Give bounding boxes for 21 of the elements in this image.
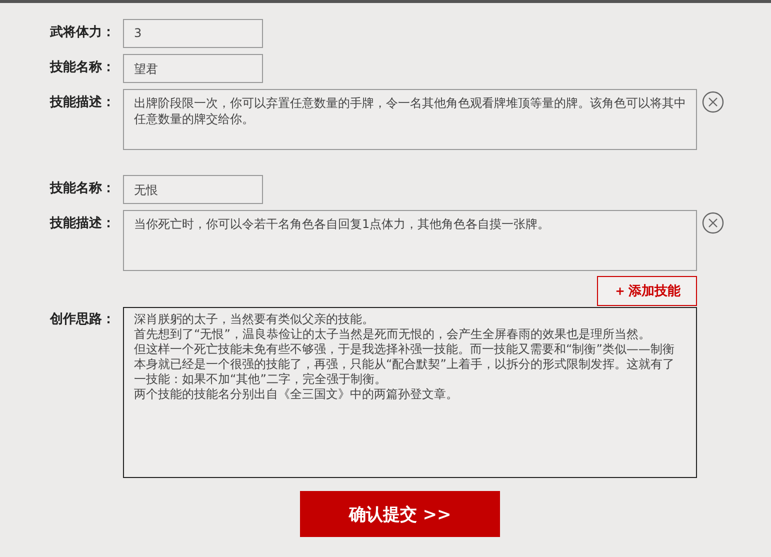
field-label: 技能描述： bbox=[50, 215, 116, 232]
skill-name-field[interactable]: 无恨 bbox=[123, 175, 263, 204]
plus-icon: ＋ bbox=[614, 284, 626, 299]
skill-description-field[interactable]: 当你死亡时，你可以令若干名角色各自回复1点体力，其他角色各自摸一张牌。 bbox=[123, 210, 697, 271]
field-label: 技能名称： bbox=[50, 180, 116, 197]
field-label: 创作思路： bbox=[50, 311, 116, 328]
idea-paragraph: 首先想到了“无恨”，温良恭俭让的太子当然是死而无恨的，会产生全屏春雨的效果也是理所当然。 bbox=[134, 327, 652, 342]
idea-paragraph: 深肖朕躬的太子，当然要有类似父亲的技能。 bbox=[134, 312, 375, 327]
submit-button[interactable]: 确认提交 >> bbox=[300, 491, 500, 537]
design-idea-field[interactable] bbox=[123, 307, 697, 478]
close-icon[interactable] bbox=[702, 91, 724, 113]
idea-paragraph: 但这样一个死亡技能未免有些不够强，于是我选择补强一技能。而一技能又需要和“制衡”类似——制衡本身就已经是一个很强的技能了，再强，只能从“配合默契”上着手，以拆分的形式限制发挥。这就有了一技能：如果不加“其他”二字，完全强于制衡。 bbox=[134, 342, 676, 387]
skill-description-field[interactable]: 出牌阶段限一次，你可以弃置任意数量的手牌，令一名其他角色观看牌堆顶等量的牌。该角色可以将其中任意数量的牌交给你。 bbox=[123, 89, 697, 150]
field-label: 武将体力： bbox=[50, 24, 116, 41]
health-field[interactable]: 3 bbox=[123, 19, 263, 48]
field-label: 技能描述： bbox=[50, 94, 116, 111]
add-skill-button[interactable]: ＋添加技能 bbox=[597, 276, 697, 306]
field-label: 技能名称： bbox=[50, 59, 116, 76]
skill-name-field[interactable]: 望君 bbox=[123, 54, 263, 83]
close-icon[interactable] bbox=[702, 212, 724, 234]
idea-paragraph: 两个技能的技能名分别出自《全三国文》中的两篇孙登文章。 bbox=[134, 387, 459, 402]
